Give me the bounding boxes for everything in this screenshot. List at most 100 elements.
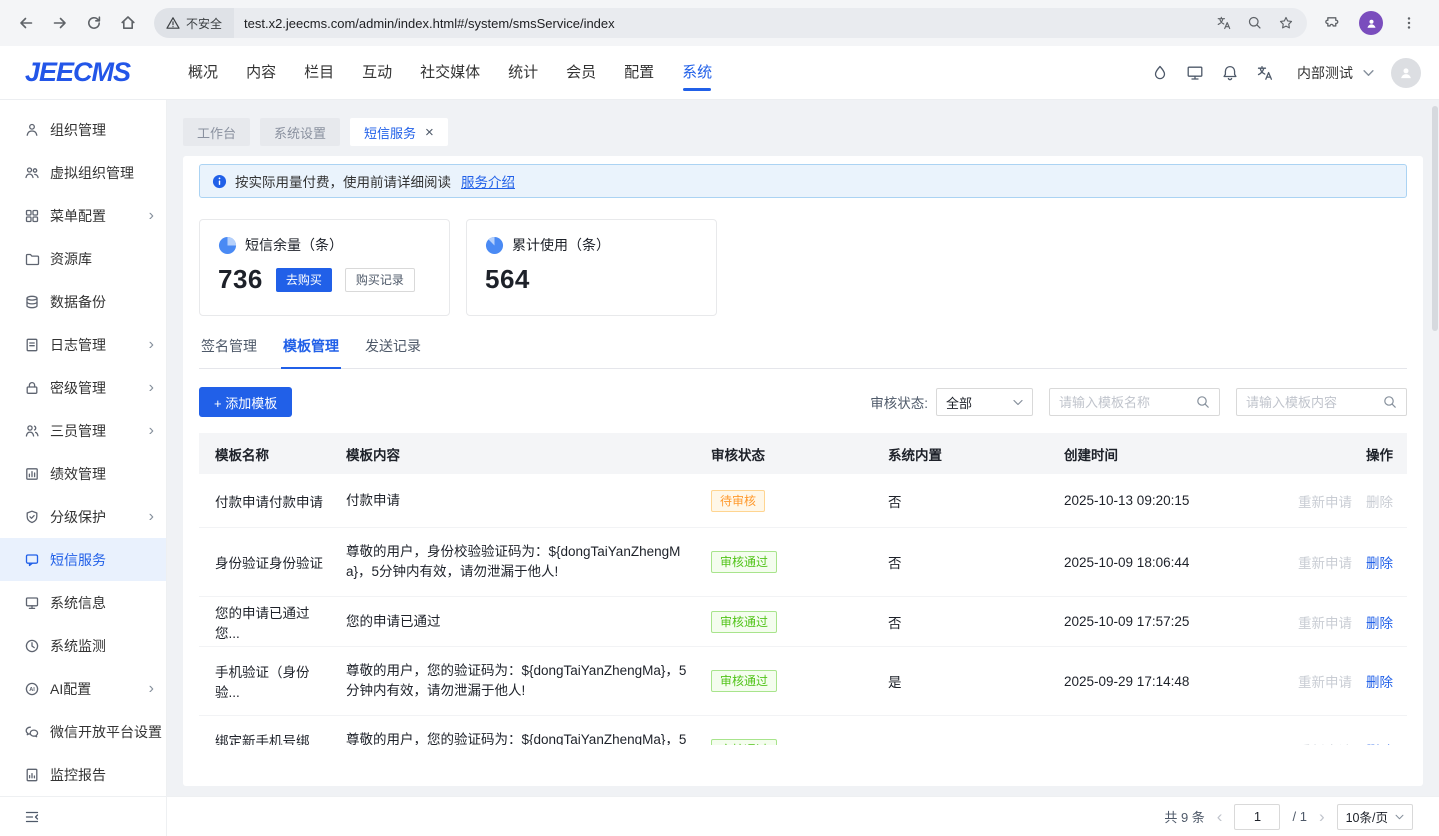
review-status-select[interactable]: 全部 <box>936 388 1033 416</box>
nav-statistics[interactable]: 统计 <box>508 46 538 100</box>
search-icon[interactable] <box>1196 395 1210 409</box>
tab-sms-service[interactable]: 短信服务× <box>350 118 448 146</box>
address-bar[interactable]: 不安全 test.x2.jeecms.com/admin/index.html#… <box>154 8 1307 38</box>
created-time: 2025-09-29 17:14:48 <box>1048 674 1290 689</box>
jeecms-logo[interactable]: JEECMS <box>25 57 130 88</box>
reapply-link[interactable]: 重新申请 <box>1298 671 1352 691</box>
created-time: 2025-09-29 17:14:19 <box>1048 743 1290 746</box>
delete-link[interactable]: 删除 <box>1366 740 1393 745</box>
reapply-link[interactable]: 重新申请 <box>1298 491 1352 511</box>
template-content: 尊敬的用户，您的验证码为：${dongTaiYanZhengMa}，5分钟内有效… <box>330 730 695 745</box>
nav-config[interactable]: 配置 <box>624 46 654 100</box>
sidebar-item-org[interactable]: 组织管理 <box>0 108 166 151</box>
status-badge: 审核通过 <box>711 670 777 692</box>
column-header: 系统内置 <box>872 444 1048 464</box>
reapply-link[interactable]: 重新申请 <box>1298 552 1352 572</box>
menu-config-icon <box>24 208 40 224</box>
delete-link[interactable]: 删除 <box>1366 552 1393 572</box>
nav-content[interactable]: 内容 <box>246 46 276 100</box>
monitor-icon[interactable] <box>1186 64 1204 82</box>
purchase-history-button[interactable]: 购买记录 <box>345 268 415 292</box>
delete-link[interactable]: 删除 <box>1366 491 1393 511</box>
sidebar-item-label: 资源库 <box>50 249 92 269</box>
bookmark-star-icon[interactable] <box>1278 15 1294 31</box>
add-template-button[interactable]: + 添加模板 <box>199 387 292 417</box>
security-chip[interactable]: 不安全 <box>154 8 234 38</box>
ai-config-icon: AI <box>24 681 40 697</box>
zoom-icon[interactable] <box>1247 15 1263 31</box>
buy-button[interactable]: 去购买 <box>276 268 332 292</box>
url-text[interactable]: test.x2.jeecms.com/admin/index.html#/sys… <box>244 16 1216 31</box>
tab-label: 系统设置 <box>274 123 326 142</box>
home-button[interactable] <box>112 7 144 39</box>
language-switch-icon[interactable] <box>1256 64 1274 82</box>
template-name: 您的申请已通过您... <box>199 602 330 642</box>
prev-page-icon[interactable]: ‹ <box>1217 808 1223 825</box>
sidebar-item-ai-config[interactable]: AIAI配置› <box>0 667 166 710</box>
template-content-search-input[interactable] <box>1246 395 1377 410</box>
billing-alert: 按实际用量付费，使用前请详细阅读 服务介绍 <box>199 164 1407 198</box>
column-header: 操作 <box>1290 444 1407 464</box>
nav-system[interactable]: 系统 <box>682 46 712 100</box>
scrollbar[interactable] <box>1432 106 1438 331</box>
tab-send-records[interactable]: 发送记录 <box>363 336 423 368</box>
nav-overview[interactable]: 概况 <box>188 46 218 100</box>
nav-interaction[interactable]: 互动 <box>362 46 392 100</box>
next-page-icon[interactable]: › <box>1319 808 1325 825</box>
collapse-sidebar-icon[interactable] <box>24 809 40 825</box>
sidebar-item-performance[interactable]: 绩效管理 <box>0 452 166 495</box>
top-navigation: 概况 内容 栏目 互动 社交媒体 统计 会员 配置 系统 <box>188 46 712 100</box>
sidebar-item-resource-library[interactable]: 资源库 <box>0 237 166 280</box>
site-switcher[interactable]: 内部测试 <box>1297 63 1374 83</box>
sidebar-item-wechat-platform[interactable]: 微信开放平台设置 <box>0 710 166 753</box>
page-number-input[interactable] <box>1234 804 1280 830</box>
tab-workbench[interactable]: 工作台 <box>183 118 250 146</box>
section-tabs: 签名管理 模板管理 发送记录 <box>199 336 1407 369</box>
tab-template-management[interactable]: 模板管理 <box>281 336 341 368</box>
search-icon[interactable] <box>1383 395 1397 409</box>
table-row: 身份验证身份验证 尊敬的用户，身份校验验证码为：${dongTaiYanZhen… <box>199 528 1407 597</box>
content-area: 工作台 系统设置 短信服务× 按实际用量付费，使用前请详细阅读 服务介绍 短信余… <box>167 100 1439 836</box>
sidebar: 组织管理 虚拟组织管理 菜单配置› 资源库 数据备份 日志管理› 密级管理› 三… <box>0 100 167 836</box>
sidebar-item-virtual-org[interactable]: 虚拟组织管理 <box>0 151 166 194</box>
sidebar-item-grade-protection[interactable]: 分级保护› <box>0 495 166 538</box>
tab-close-icon[interactable]: × <box>425 125 434 140</box>
chevron-right-icon: › <box>149 208 154 224</box>
service-intro-link[interactable]: 服务介绍 <box>461 171 515 191</box>
sidebar-item-data-backup[interactable]: 数据备份 <box>0 280 166 323</box>
sidebar-item-menu-config[interactable]: 菜单配置› <box>0 194 166 237</box>
browser-menu-icon[interactable] <box>1393 7 1425 39</box>
builtin-flag: 否 <box>872 552 1048 572</box>
back-button[interactable] <box>10 7 42 39</box>
refresh-button[interactable] <box>78 7 110 39</box>
reapply-link[interactable]: 重新申请 <box>1298 740 1352 745</box>
performance-icon <box>24 466 40 482</box>
sms-balance-value: 736 <box>218 264 263 295</box>
nav-members[interactable]: 会员 <box>566 46 596 100</box>
delete-link[interactable]: 删除 <box>1366 612 1393 632</box>
sidebar-item-security-level[interactable]: 密级管理› <box>0 366 166 409</box>
notification-bell-icon[interactable] <box>1221 64 1239 82</box>
sidebar-item-log-management[interactable]: 日志管理› <box>0 323 166 366</box>
user-avatar[interactable] <box>1391 58 1421 88</box>
reapply-link[interactable]: 重新申请 <box>1298 612 1352 632</box>
browser-profile-avatar[interactable] <box>1359 11 1383 35</box>
page-size-select[interactable]: 10条/页 <box>1337 804 1413 830</box>
sidebar-item-system-monitor[interactable]: 系统监测 <box>0 624 166 667</box>
template-toolbar: + 添加模板 审核状态: 全部 <box>199 387 1407 417</box>
sidebar-item-monitor-report[interactable]: 监控报告 <box>0 753 166 796</box>
sidebar-item-system-info[interactable]: 系统信息 <box>0 581 166 624</box>
ink-drop-icon[interactable] <box>1151 64 1169 82</box>
sidebar-item-three-admin[interactable]: 三员管理› <box>0 409 166 452</box>
template-name-search-input[interactable] <box>1059 395 1190 410</box>
tab-signature-management[interactable]: 签名管理 <box>199 336 259 368</box>
nav-social-media[interactable]: 社交媒体 <box>420 46 480 100</box>
extensions-icon[interactable] <box>1317 7 1349 39</box>
forward-button[interactable] <box>44 7 76 39</box>
builtin-flag: 否 <box>872 491 1048 511</box>
translate-page-icon[interactable] <box>1216 15 1232 31</box>
sidebar-item-sms-service[interactable]: 短信服务 <box>0 538 166 581</box>
nav-columns[interactable]: 栏目 <box>304 46 334 100</box>
tab-system-settings[interactable]: 系统设置 <box>260 118 340 146</box>
delete-link[interactable]: 删除 <box>1366 671 1393 691</box>
